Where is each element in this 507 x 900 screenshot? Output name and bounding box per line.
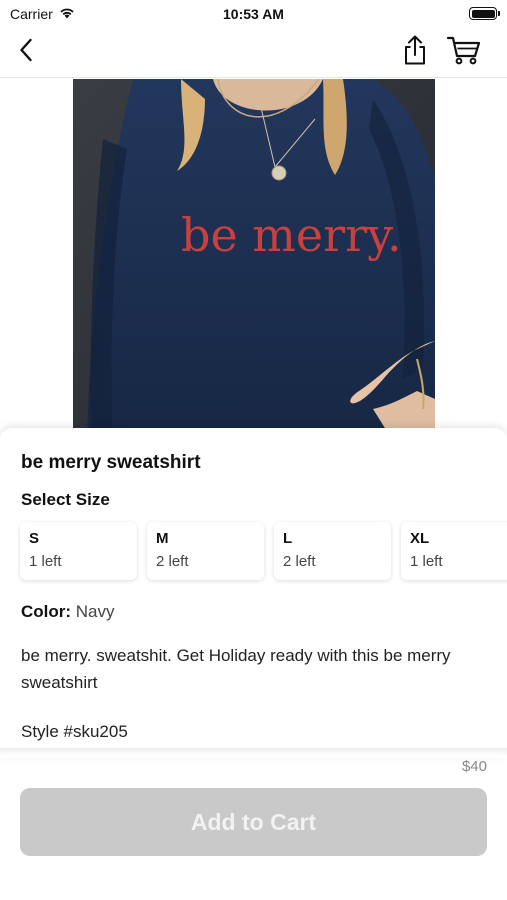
- color-row: Color: Navy: [21, 602, 115, 622]
- shopping-cart-icon: [446, 34, 482, 71]
- size-stock: 2 left: [283, 553, 316, 570]
- chevron-left-icon: [19, 38, 33, 67]
- size-label: XL: [410, 530, 430, 547]
- product-style-number: Style #sku205: [21, 722, 128, 741]
- battery-icon: [469, 7, 500, 20]
- size-label: S: [29, 530, 40, 547]
- footer-divider: [0, 748, 507, 756]
- cart-button[interactable]: [444, 34, 484, 70]
- size-stock: 1 left: [29, 553, 62, 570]
- product-detail-sheet: be merry sweatshirt Select Size S 1 left…: [0, 428, 507, 758]
- select-size-heading: Select Size: [21, 490, 110, 509]
- size-option-l[interactable]: L 2 left: [274, 522, 391, 580]
- product-image[interactable]: be merry.: [73, 79, 435, 441]
- size-option-m[interactable]: M 2 left: [147, 522, 264, 580]
- size-option-s[interactable]: S 1 left: [20, 522, 137, 580]
- product-title: be merry sweatshirt: [21, 452, 201, 473]
- status-time: 10:53 AM: [223, 6, 284, 22]
- size-stock: 1 left: [410, 553, 443, 570]
- size-options: S 1 left M 2 left L 2 left XL 1 left: [20, 522, 507, 580]
- share-icon: [402, 34, 428, 71]
- navigation-bar: [0, 28, 507, 78]
- color-label: Color:: [21, 602, 72, 621]
- sweatshirt-print-text: be merry.: [181, 208, 402, 262]
- size-option-xl[interactable]: XL 1 left: [401, 522, 507, 580]
- back-button[interactable]: [10, 36, 42, 68]
- size-label: M: [156, 530, 169, 547]
- product-detail-screen: Carrier 10:53 AM be merry. be merry swea…: [0, 0, 507, 900]
- size-label: L: [283, 530, 293, 547]
- product-price: $40: [461, 758, 487, 775]
- add-to-cart-button[interactable]: Add to Cart: [20, 788, 487, 856]
- status-bar: Carrier 10:53 AM: [0, 0, 507, 28]
- product-description: be merry. sweatshit. Get Holiday ready w…: [21, 646, 451, 692]
- share-button[interactable]: [398, 34, 432, 70]
- size-stock: 2 left: [156, 553, 189, 570]
- color-value: Navy: [75, 602, 115, 621]
